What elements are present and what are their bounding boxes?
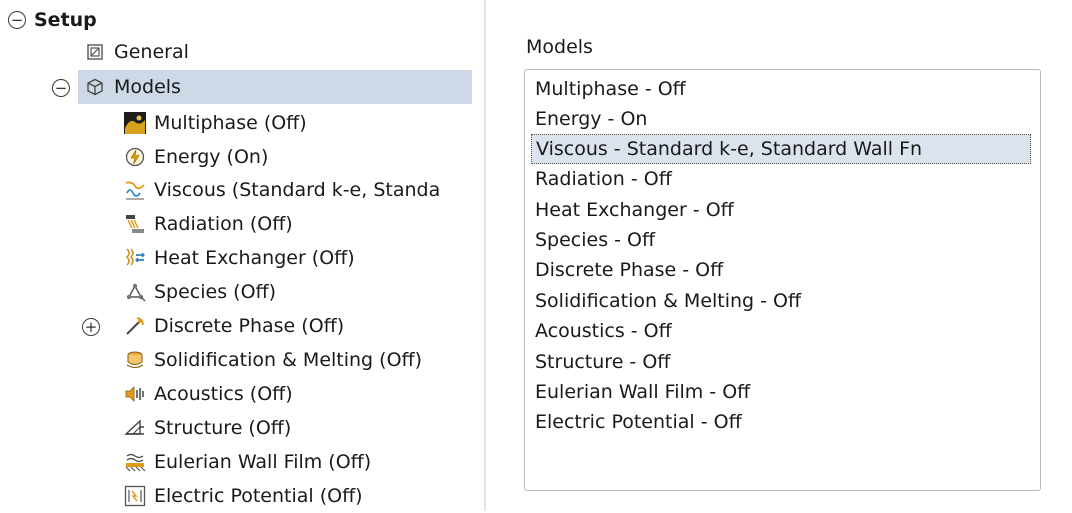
tree-item-label: Eulerian Wall Film (Off) — [154, 451, 372, 473]
tree-item-radiation[interactable]: Radiation (Off) — [124, 207, 293, 241]
electric-potential-icon — [124, 485, 146, 507]
tree-item-setup[interactable]: Setup — [34, 3, 97, 37]
tree-item-species[interactable]: Species (Off) — [124, 275, 276, 309]
tree-item-electric-potential[interactable]: Electric Potential (Off) — [124, 479, 363, 513]
tree-item-heat-exchanger[interactable]: Heat Exchanger (Off) — [124, 241, 355, 275]
models-list-item[interactable]: Heat Exchanger - Off — [531, 195, 734, 225]
setup-tree: − Setup General − Models Multiphase (Off… — [0, 0, 478, 511]
tree-item-models-label: Models — [114, 76, 181, 98]
setup-collapse-toggle[interactable]: − — [8, 11, 26, 29]
models-cube-icon — [84, 76, 106, 98]
models-list-item[interactable]: Discrete Phase - Off — [531, 255, 723, 285]
tree-item-energy[interactable]: Energy (On) — [124, 140, 268, 174]
viscous-icon — [124, 179, 146, 201]
models-list-item[interactable]: Acoustics - Off — [531, 316, 672, 346]
structure-icon — [124, 417, 146, 439]
models-list-item[interactable]: Radiation - Off — [531, 164, 672, 194]
tree-item-models[interactable]: Models — [78, 70, 472, 104]
radiation-icon — [124, 213, 146, 235]
tree-item-label: Acoustics (Off) — [154, 383, 293, 405]
models-list-item[interactable]: Solidification & Melting - Off — [531, 286, 801, 316]
models-list-item[interactable]: Species - Off — [531, 225, 655, 255]
panel-divider[interactable] — [484, 0, 486, 511]
species-icon — [124, 281, 146, 303]
models-list-item[interactable]: Multiphase - Off — [531, 74, 686, 104]
acoustics-icon — [124, 383, 146, 405]
setup-models-view: − Setup General − Models Multiphase (Off… — [0, 0, 1072, 511]
solidification-icon — [124, 349, 146, 371]
heat-exchanger-icon — [124, 247, 146, 269]
tree-item-label: Solidification & Melting (Off) — [154, 349, 423, 371]
tree-item-label: Electric Potential (Off) — [154, 485, 363, 507]
tree-item-structure[interactable]: Structure (Off) — [124, 411, 291, 445]
tree-item-label: Energy (On) — [154, 146, 269, 168]
tree-item-label: Species (Off) — [154, 281, 277, 303]
tree-item-eulerian-wall-film[interactable]: Eulerian Wall Film (Off) — [124, 445, 371, 479]
discrete-phase-icon — [124, 315, 146, 337]
tree-item-label: Multiphase (Off) — [154, 112, 307, 134]
models-collapse-toggle[interactable]: − — [52, 79, 70, 97]
tree-item-viscous[interactable]: Viscous (Standard k-e, Standa — [124, 173, 440, 207]
models-list-item[interactable]: Structure - Off — [531, 347, 670, 377]
discrete-phase-expand-toggle[interactable]: + — [82, 318, 100, 336]
models-list-item-selected[interactable]: Viscous - Standard k-e, Standard Wall Fn — [531, 134, 1031, 164]
tree-item-label: Discrete Phase (Off) — [154, 315, 345, 337]
multiphase-icon — [124, 112, 146, 134]
tree-item-label: Radiation (Off) — [154, 213, 293, 235]
tree-item-label: Viscous (Standard k-e, Standa — [154, 179, 441, 201]
tree-item-general[interactable]: General — [84, 35, 189, 69]
tree-item-acoustics[interactable]: Acoustics (Off) — [124, 377, 293, 411]
models-list-item[interactable]: Energy - On — [531, 104, 647, 134]
models-list-item[interactable]: Electric Potential - Off — [531, 407, 742, 437]
tree-item-multiphase[interactable]: Multiphase (Off) — [124, 106, 307, 140]
models-panel-title: Models — [526, 36, 593, 58]
tree-item-discrete-phase[interactable]: Discrete Phase (Off) — [124, 309, 344, 343]
models-list-item[interactable]: Eulerian Wall Film - Off — [531, 377, 750, 407]
tree-item-solidification-melting[interactable]: Solidification & Melting (Off) — [124, 343, 422, 377]
tree-item-label: Heat Exchanger (Off) — [154, 247, 355, 269]
eulerian-wall-film-icon — [124, 451, 146, 473]
general-icon — [84, 41, 106, 63]
tree-item-label: Structure (Off) — [154, 417, 292, 439]
tree-item-setup-label: Setup — [34, 9, 97, 31]
energy-icon — [124, 146, 146, 168]
models-listbox[interactable]: Multiphase - Off Energy - On Viscous - S… — [524, 69, 1041, 491]
tree-item-general-label: General — [114, 41, 189, 63]
